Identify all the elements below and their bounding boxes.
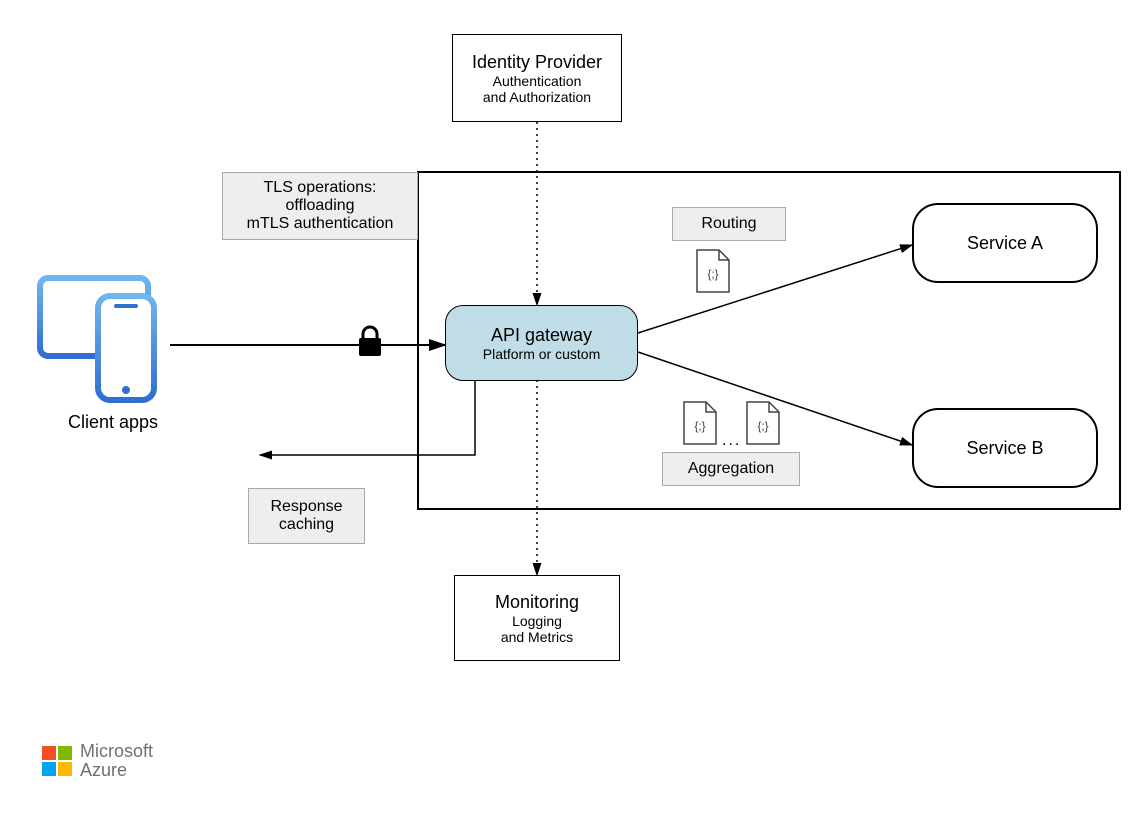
service-b-label: Service B <box>966 438 1043 459</box>
identity-sub2: and Authorization <box>483 89 591 105</box>
service-a-label: Service A <box>967 233 1043 254</box>
gateway-response-return-arrow <box>260 380 475 455</box>
svg-text:{;}: {;} <box>757 419 768 433</box>
client-apps-label: Client apps <box>58 412 168 433</box>
identity-provider-box: Identity Provider Authentication and Aut… <box>452 34 622 122</box>
response-line2: caching <box>279 516 334 534</box>
brand-line1: Microsoft <box>80 742 153 761</box>
service-b-box: Service B <box>912 408 1098 488</box>
api-gateway-box: API gateway Platform or custom <box>445 305 638 381</box>
aggregation-doc-icon-2: {;} <box>747 402 779 444</box>
aggregation-doc-icon-1: {;} <box>684 402 716 444</box>
lock-icon <box>359 327 381 356</box>
monitoring-line1: Logging <box>512 613 562 629</box>
svg-text:{;}: {;} <box>694 419 705 433</box>
brand-line2: Azure <box>80 761 153 780</box>
gateway-to-service-a-arrow <box>638 245 912 333</box>
routing-label: Routing <box>701 215 756 233</box>
brand-text: Microsoft Azure <box>80 742 153 780</box>
gateway-sub: Platform or custom <box>483 346 600 362</box>
gateway-title: API gateway <box>491 325 592 346</box>
tls-line3: mTLS authentication <box>247 215 394 233</box>
aggregation-label: Aggregation <box>688 460 774 478</box>
monitoring-box: Monitoring Logging and Metrics <box>454 575 620 661</box>
gateway-to-service-b-arrow <box>638 352 912 445</box>
identity-sub1: Authentication <box>493 73 582 89</box>
routing-doc-icon: {;} <box>697 250 729 292</box>
svg-text:{;}: {;} <box>707 267 718 281</box>
service-a-box: Service A <box>912 203 1098 283</box>
microsoft-azure-brand: Microsoft Azure <box>42 742 153 780</box>
monitoring-title: Monitoring <box>495 592 579 613</box>
response-line1: Response <box>270 498 342 516</box>
routing-label-box: Routing <box>672 207 786 241</box>
tls-line2: offloading <box>285 197 354 215</box>
identity-title: Identity Provider <box>472 52 602 73</box>
tls-line1: TLS operations: <box>264 179 377 197</box>
microsoft-logo-icon <box>42 746 72 776</box>
response-caching-box: Response caching <box>248 488 365 544</box>
client-devices-icon <box>40 278 154 400</box>
tls-operations-box: TLS operations: offloading mTLS authenti… <box>222 172 418 240</box>
aggregation-ellipsis: ... <box>722 432 741 450</box>
monitoring-line2: and Metrics <box>501 629 573 645</box>
aggregation-label-box: Aggregation <box>662 452 800 486</box>
